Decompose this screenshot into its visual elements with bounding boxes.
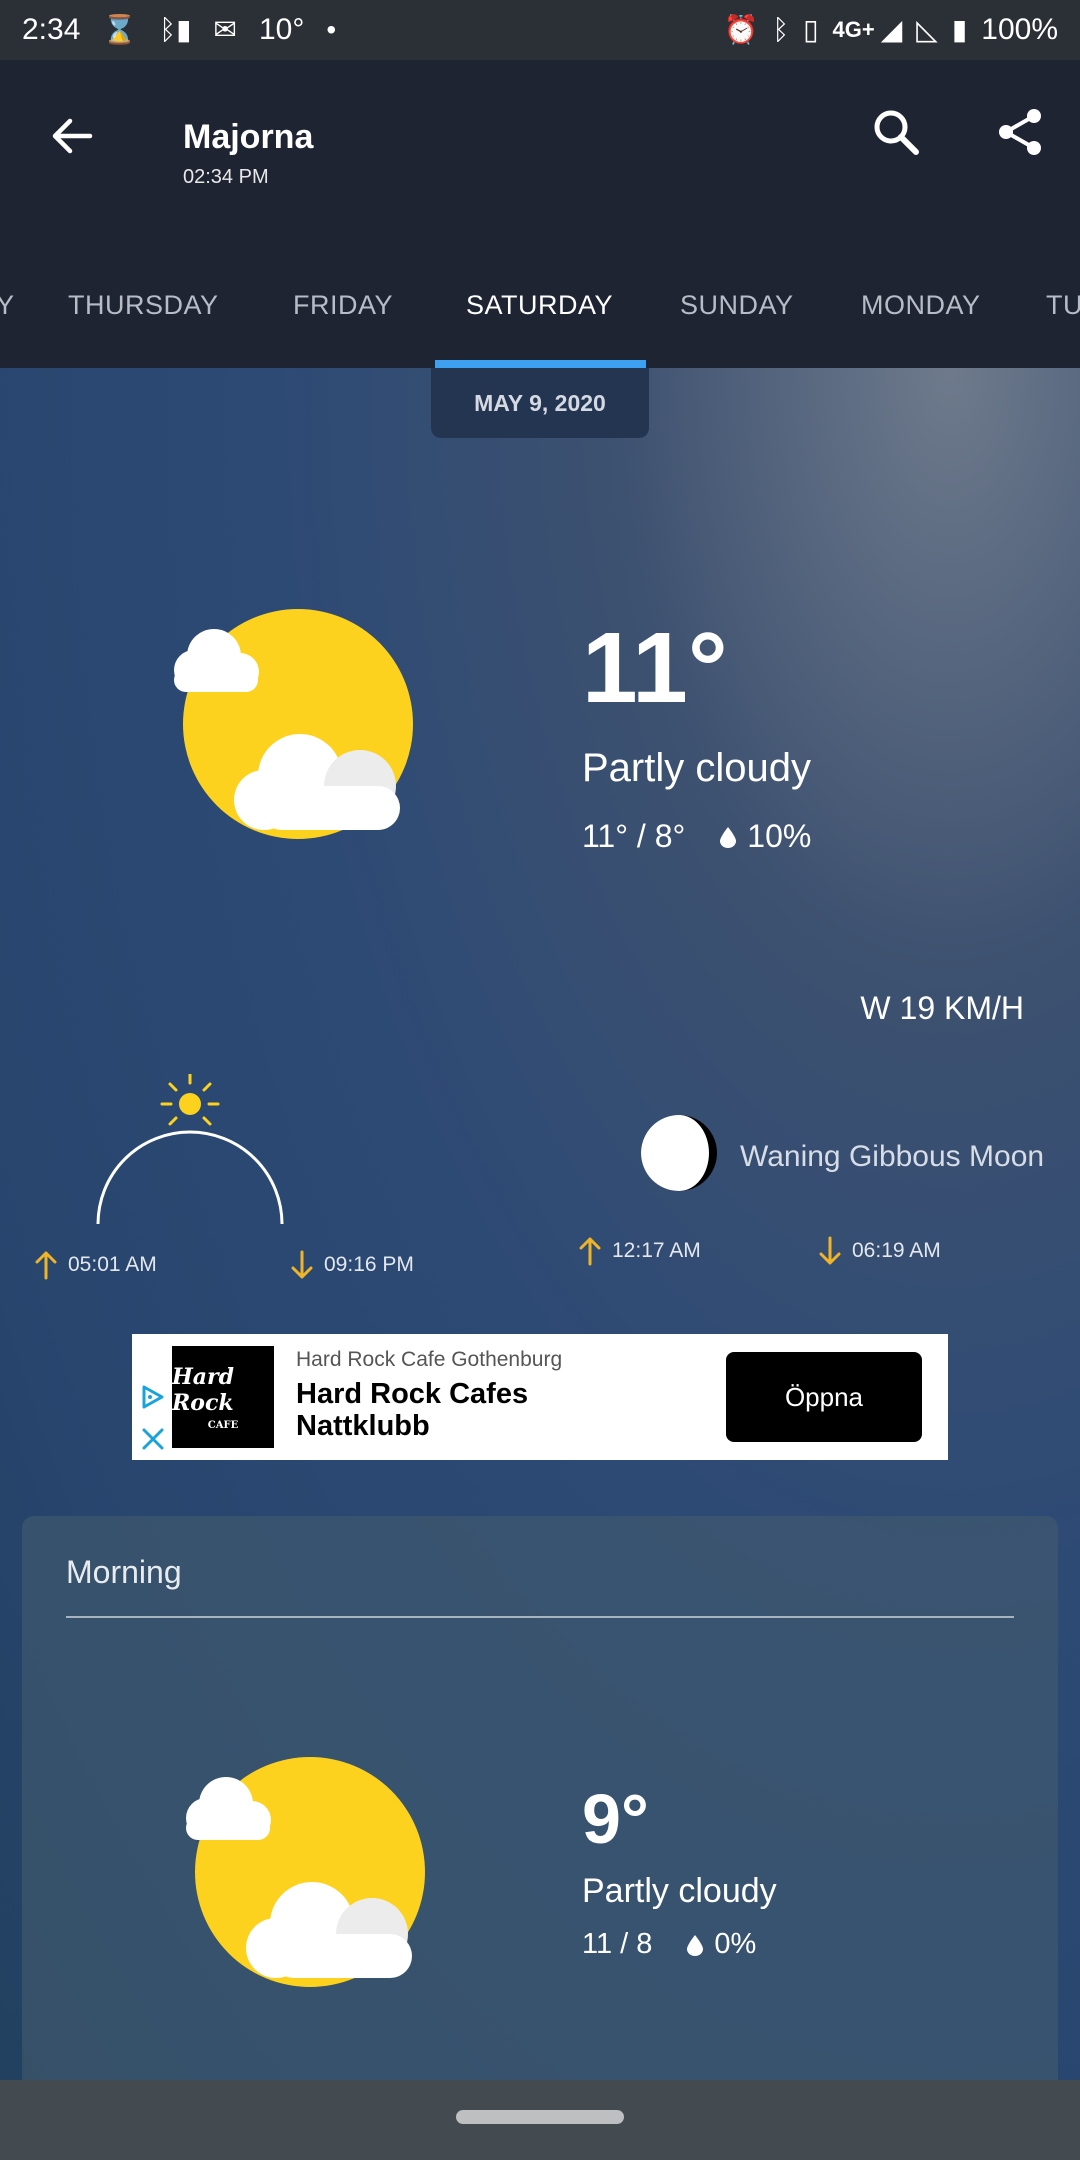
tab-friday[interactable]: FRIDAY — [293, 290, 393, 321]
tab-thursday[interactable]: THURSDAY — [68, 290, 219, 321]
precipitation-chance: 10% — [747, 818, 812, 854]
partly-cloudy-icon — [186, 1757, 425, 1987]
morning-temperature: 9° — [582, 1780, 649, 1858]
morning-card: Morning 9° Partly cloudy 11 / 8 0% — [22, 1516, 1058, 2080]
tab-tuesday[interactable]: TU — [1046, 290, 1080, 321]
date-chip: MAY 9, 2020 — [431, 368, 649, 438]
morning-condition: Partly cloudy — [582, 1872, 777, 1910]
navigation-bar — [0, 2080, 1080, 2160]
back-arrow-icon[interactable] — [44, 108, 100, 164]
home-gesture-handle[interactable] — [456, 2110, 624, 2124]
sunrise-arrow-icon — [35, 1251, 57, 1280]
moonrise-arrow-icon — [579, 1237, 601, 1266]
sunset-time: 09:16 PM — [290, 1250, 414, 1280]
network-type: 4G+ — [832, 17, 875, 42]
ad-advertiser: Hard Rock Cafe Gothenburg — [296, 1348, 563, 1371]
partly-cloudy-icon — [174, 609, 413, 839]
gmail-icon: ✉ — [213, 14, 237, 45]
ad-open-button[interactable]: Öppna — [726, 1352, 922, 1442]
moonset-label: 06:19 AM — [852, 1239, 941, 1262]
raindrop-icon — [720, 826, 737, 848]
sun-path-icon — [96, 1074, 284, 1224]
morning-high-low: 11 / 8 — [582, 1928, 653, 1960]
sunrise-time: 05:01 AM — [34, 1250, 157, 1280]
high-low: 11° / 8° — [582, 818, 686, 854]
share-icon[interactable] — [990, 102, 1050, 162]
moonrise-label: 12:17 AM — [612, 1239, 701, 1262]
dot-icon: • — [326, 14, 337, 45]
morning-precipitation: 0% — [714, 1928, 757, 1960]
card-title: Morning — [66, 1554, 182, 1590]
hourglass-icon: ⌛ — [102, 14, 138, 45]
ad-banner[interactable]: Hard Rock CAFE Hard Rock Cafe Gothenburg… — [132, 1334, 948, 1460]
raindrop-icon — [687, 1934, 704, 1956]
moonset-arrow-icon — [819, 1236, 841, 1265]
tab-monday[interactable]: MONDAY — [861, 290, 981, 321]
signal-icon: ◢ — [880, 14, 903, 45]
location-time: 02:34 PM — [183, 166, 269, 188]
ad-logo-text: Hard Rock — [172, 1363, 235, 1416]
status-bar: 2:34 ⌛ ᛒ▮ ✉ 10° • ⏰ ᛒ ▯ 4G+ ◢ ◺ ▮ 100% — [0, 0, 1080, 60]
current-range: 11° / 8° 10% — [582, 818, 811, 855]
ad-close-icon[interactable] — [140, 1426, 166, 1452]
tab-sunday[interactable]: SUNDAY — [680, 290, 794, 321]
wind-speed: W 19 KM/H — [860, 990, 1024, 1026]
moon-phase-icon — [641, 1115, 717, 1191]
forecast-panel: MAY 9, 2020 11° Partly cloudy 11° / 8° 1… — [0, 368, 1080, 2080]
vibrate-icon: ▯ — [803, 14, 819, 45]
search-icon[interactable] — [866, 102, 926, 162]
status-temperature: 10° — [258, 13, 305, 46]
tab-wednesday[interactable]: Y — [0, 290, 15, 321]
tab-saturday[interactable]: SATURDAY — [466, 290, 613, 321]
current-temperature: 11° — [582, 612, 728, 724]
bluetooth-icon: ᛒ — [772, 14, 790, 45]
ad-logo: Hard Rock CAFE — [172, 1346, 274, 1448]
moonrise-time: 12:17 AM — [578, 1236, 701, 1266]
moonset-time: 06:19 AM — [818, 1236, 941, 1266]
sunset-label: 09:16 PM — [324, 1253, 414, 1276]
bluetooth-battery-icon: ᛒ▮ — [159, 14, 192, 45]
battery-level: 100% — [981, 13, 1058, 46]
day-tabs: Y THURSDAY FRIDAY SATURDAY SUNDAY MONDAY… — [0, 244, 1080, 368]
moon-phase: Waning Gibbous Moon — [740, 1140, 1045, 1173]
signal-empty-icon: ◺ — [916, 14, 938, 45]
divider — [66, 1616, 1014, 1618]
app-bar: Majorna 02:34 PM — [0, 60, 1080, 244]
sunrise-label: 05:01 AM — [68, 1253, 157, 1276]
sunset-arrow-icon — [291, 1250, 313, 1279]
location-title: Majorna — [183, 118, 314, 156]
tab-indicator — [435, 360, 646, 368]
current-condition: Partly cloudy — [582, 746, 811, 790]
clock: 2:34 — [22, 13, 81, 46]
alarm-icon: ⏰ — [723, 14, 759, 45]
morning-range: 11 / 8 0% — [582, 1928, 756, 1961]
ad-logo-subtext: CAFE — [207, 1419, 239, 1431]
battery-charging-icon: ▮ — [951, 14, 968, 45]
adchoices-icon[interactable] — [140, 1384, 166, 1410]
ad-headline: Hard Rock Cafes Nattklubb — [296, 1378, 529, 1442]
